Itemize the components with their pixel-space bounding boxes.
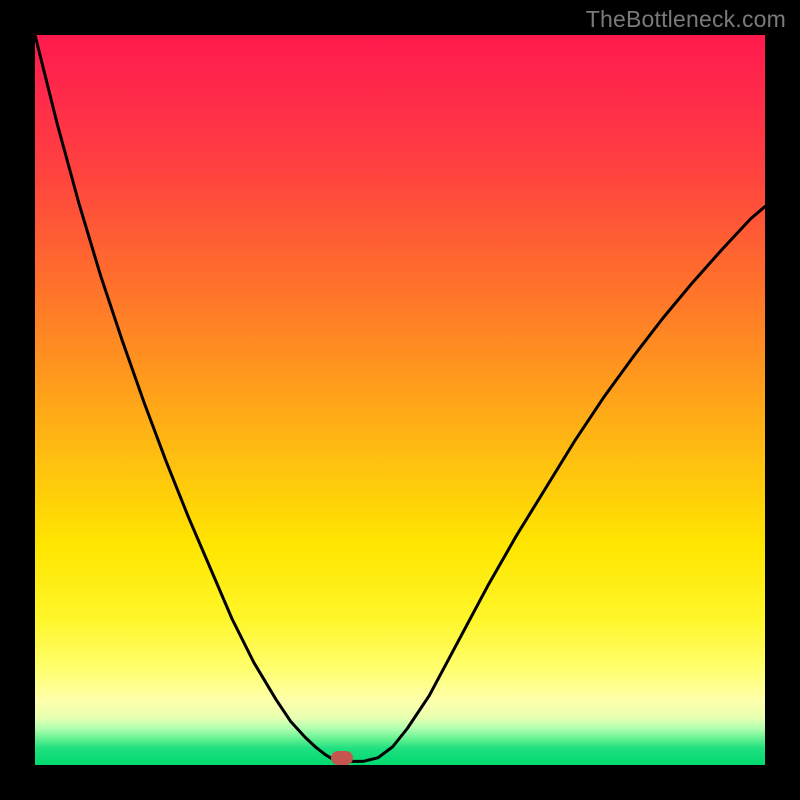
chart-frame: TheBottleneck.com: [0, 0, 800, 800]
plot-area: [35, 35, 765, 765]
watermark-text: TheBottleneck.com: [586, 6, 786, 33]
curve-svg: [35, 35, 765, 765]
bottleneck-curve: [35, 35, 765, 761]
minimum-marker: [331, 751, 353, 765]
